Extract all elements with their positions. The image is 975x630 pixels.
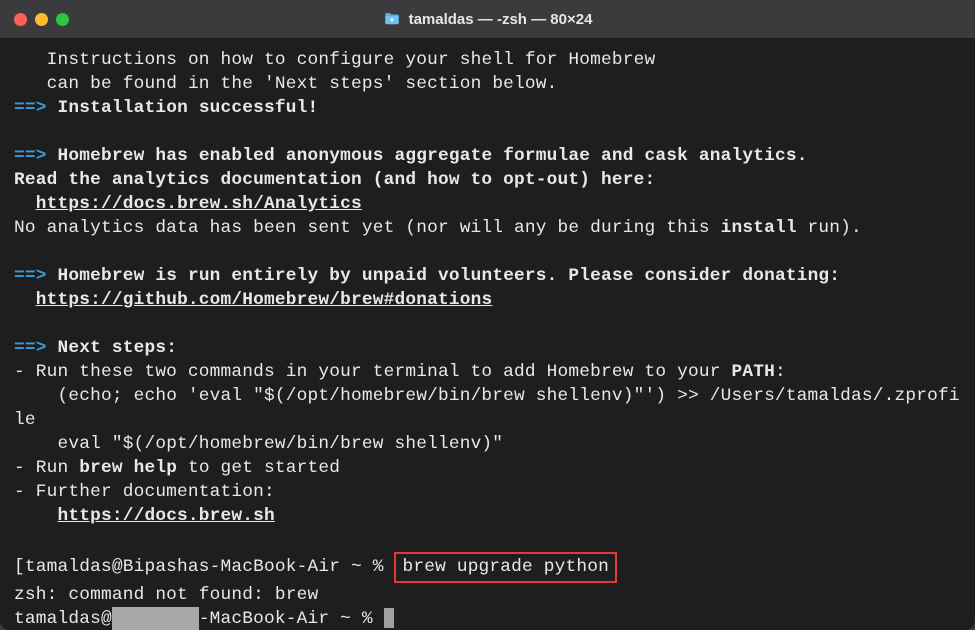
- cursor: [384, 608, 394, 628]
- minimize-button[interactable]: [35, 13, 48, 26]
- output-line: eval "$(/opt/homebrew/bin/brew shellenv)…: [57, 434, 503, 454]
- maximize-button[interactable]: [56, 13, 69, 26]
- output-line: :: [775, 362, 786, 382]
- output-line: No analytics data has been sent yet (nor…: [14, 218, 721, 238]
- highlighted-command: brew upgrade python: [394, 552, 617, 583]
- indent: [14, 194, 36, 214]
- analytics-url[interactable]: https://docs.brew.sh/Analytics: [36, 194, 362, 214]
- output-line: run).: [797, 218, 862, 238]
- close-button[interactable]: [14, 13, 27, 26]
- window-title: tamaldas — -zsh — 80×24: [409, 11, 593, 28]
- output-line: Homebrew is run entirely by unpaid volun…: [58, 266, 841, 286]
- terminal-window: tamaldas — -zsh — 80×24 Instructions on …: [0, 0, 975, 630]
- output-line: (echo; echo 'eval "$(/opt/homebrew/bin/b…: [14, 386, 960, 430]
- arrow-icon: ==>: [14, 266, 47, 286]
- titlebar: tamaldas — -zsh — 80×24: [0, 0, 975, 38]
- prompt: tamaldas@: [14, 609, 112, 629]
- indent: [14, 386, 57, 406]
- donations-url[interactable]: https://github.com/Homebrew/brew#donatio…: [36, 290, 493, 310]
- output-line: Homebrew has enabled anonymous aggregate…: [58, 146, 808, 166]
- arrow-icon: ==>: [14, 338, 47, 358]
- output-line: Instructions on how to configure your sh…: [47, 50, 656, 70]
- output-line: install: [721, 218, 797, 238]
- output-line: Next steps:: [58, 338, 178, 358]
- indent: [14, 434, 57, 454]
- traffic-lights: [14, 13, 69, 26]
- output-line: PATH: [731, 362, 774, 382]
- prompt: [tamaldas@Bipashas-MacBook-Air ~ %: [14, 557, 394, 577]
- arrow-icon: ==>: [14, 98, 47, 118]
- output-line: can be found in the 'Next steps' section…: [47, 74, 558, 94]
- redacted-text: XXXXXXXX: [112, 607, 199, 630]
- docs-url[interactable]: https://docs.brew.sh: [57, 506, 274, 526]
- indent: [14, 506, 57, 526]
- output-line: - Further documentation:: [14, 482, 275, 502]
- output-line: [14, 50, 47, 70]
- indent: [14, 290, 36, 310]
- command-text: brew upgrade python: [402, 557, 609, 577]
- output-line: zsh: command not found: brew: [14, 585, 318, 605]
- output-line: to get started: [177, 458, 340, 478]
- output-line: [14, 74, 47, 94]
- prompt: -MacBook-Air ~ %: [199, 609, 384, 629]
- terminal-content[interactable]: Instructions on how to configure your sh…: [0, 38, 975, 630]
- output-line: Installation successful!: [58, 98, 319, 118]
- title-group: tamaldas — -zsh — 80×24: [0, 10, 975, 28]
- output-line: - Run: [14, 458, 79, 478]
- output-line: Read the analytics documentation (and ho…: [14, 170, 655, 190]
- arrow-icon: ==>: [14, 146, 47, 166]
- output-line: - Run these two commands in your termina…: [14, 362, 731, 382]
- folder-icon: [383, 10, 401, 28]
- output-line: brew help: [79, 458, 177, 478]
